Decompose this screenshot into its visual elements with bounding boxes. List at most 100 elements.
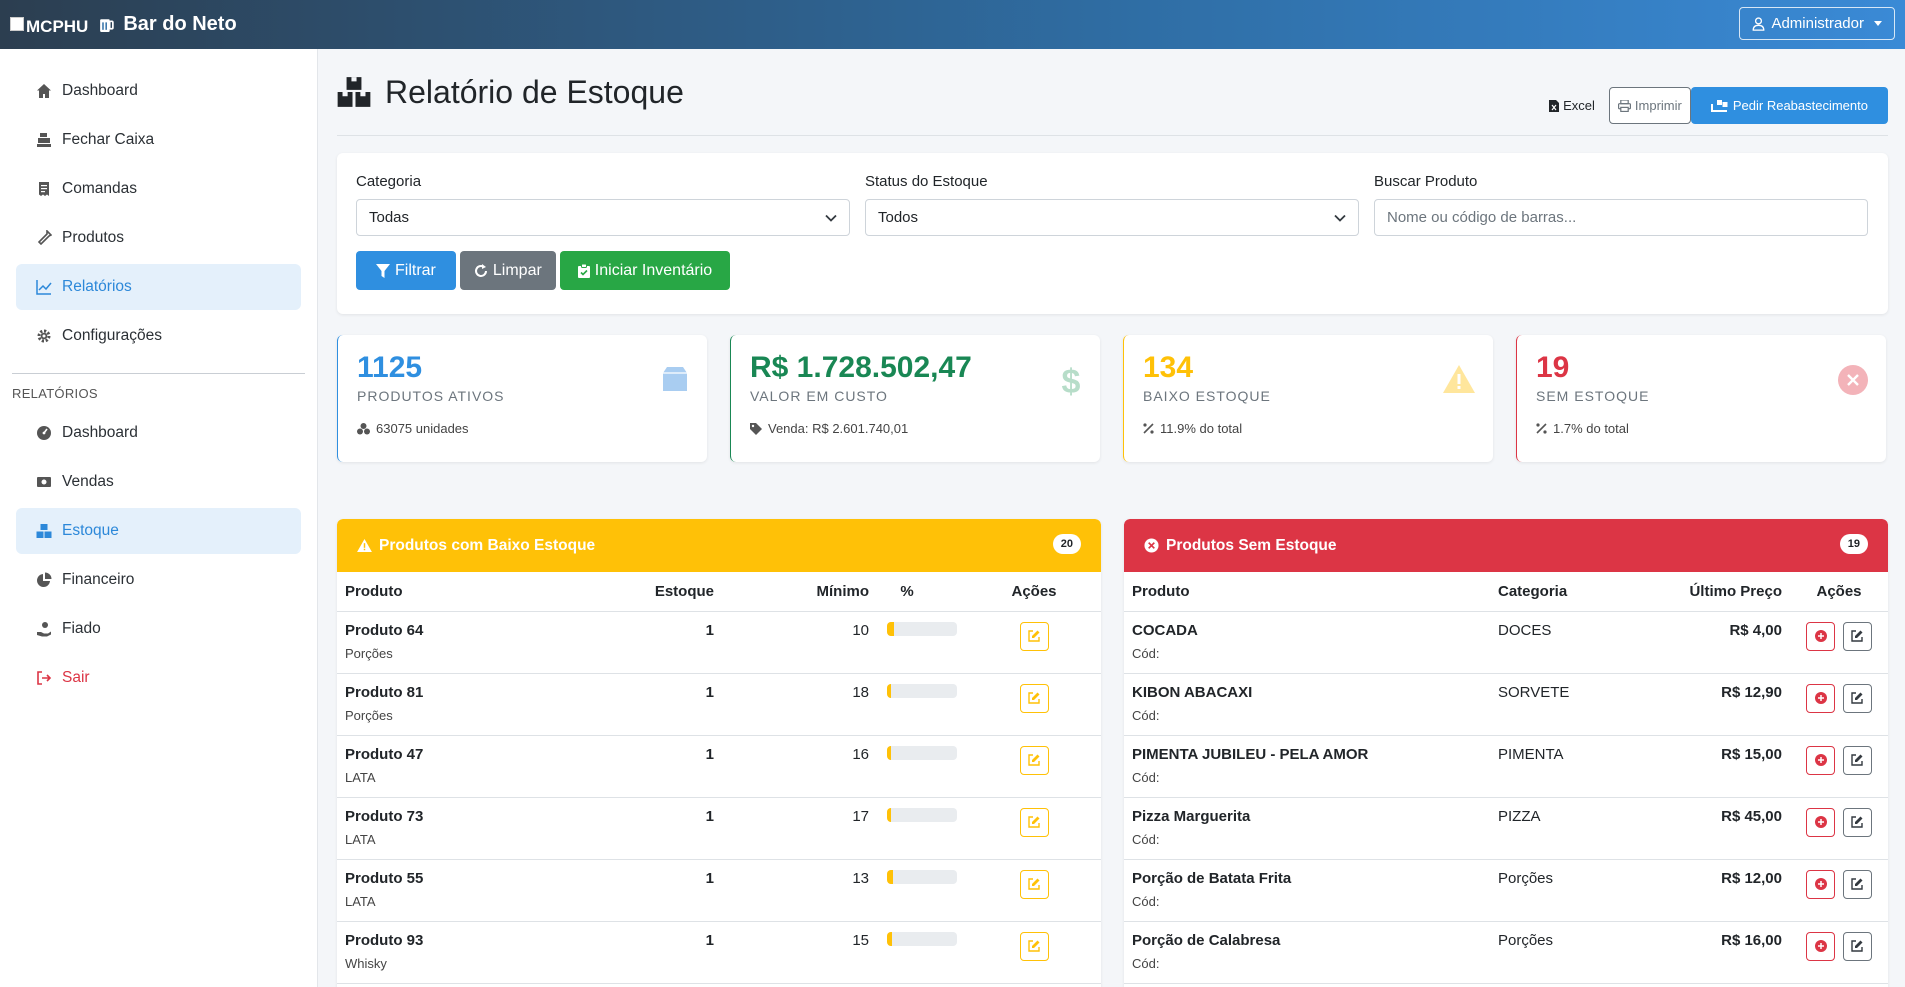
- stat-sub: 63075 unidades: [357, 421, 688, 436]
- column-header: Ações: [1790, 572, 1888, 612]
- add-stock-button[interactable]: [1806, 683, 1836, 713]
- add-stock-button[interactable]: [1806, 807, 1836, 837]
- stock-status-select[interactable]: Todos: [865, 199, 1359, 236]
- edit-icon: [1028, 692, 1040, 704]
- edit-button[interactable]: [1019, 621, 1049, 651]
- actions-cell: [1790, 859, 1888, 922]
- sidebar-section-heading: RELATÓRIOS: [12, 386, 98, 401]
- edit-button[interactable]: [1842, 745, 1872, 775]
- sidebar-item-configuracoes[interactable]: Configurações: [16, 313, 301, 359]
- product-name: Porção de Batata Frita: [1132, 869, 1292, 887]
- product-cell: Produto 93 Whisky: [337, 921, 567, 984]
- logo-image[interactable]: MCPHU: [10, 16, 88, 37]
- stock-cell: 1: [567, 921, 722, 984]
- edit-button[interactable]: [1019, 931, 1049, 961]
- edit-button[interactable]: [1019, 745, 1049, 775]
- add-stock-button[interactable]: [1806, 745, 1836, 775]
- category-select[interactable]: Todas: [356, 199, 850, 236]
- edit-button[interactable]: [1842, 683, 1872, 713]
- user-menu-button[interactable]: Administrador: [1739, 7, 1895, 40]
- product-category: LATA: [345, 893, 376, 909]
- product-category: Porções: [345, 707, 393, 723]
- edit-icon: [1851, 940, 1863, 952]
- sidebar-item-estoque[interactable]: Estoque: [16, 508, 301, 554]
- search-product-input[interactable]: Nome ou código de barras...: [1374, 199, 1868, 236]
- stock-progress-bar: [887, 807, 892, 822]
- edit-button[interactable]: [1842, 807, 1872, 837]
- edit-button[interactable]: [1019, 683, 1049, 713]
- edit-button[interactable]: [1019, 807, 1049, 837]
- product-name: Produto 64: [345, 621, 424, 639]
- sidebar-item-vendas[interactable]: Vendas: [16, 459, 301, 505]
- edit-button[interactable]: [1019, 869, 1049, 899]
- product-category: Porções: [345, 645, 393, 661]
- chevron-down-icon: [1334, 214, 1346, 222]
- stock-progress: [887, 621, 957, 636]
- edit-button[interactable]: [1842, 621, 1872, 651]
- edit-icon: [1851, 692, 1863, 704]
- add-stock-button[interactable]: [1806, 931, 1836, 961]
- clipboard-check-icon: [577, 263, 590, 278]
- add-stock-button[interactable]: [1806, 621, 1836, 651]
- product-name: Pizza Marguerita: [1132, 807, 1251, 825]
- bottle-icon: [37, 230, 52, 246]
- minimum-cell: 17: [722, 797, 877, 860]
- filter-button[interactable]: Filtrar: [356, 251, 456, 290]
- stock-progress-bar: [887, 869, 893, 884]
- stock-progress: [887, 683, 957, 698]
- plus-circle-icon: [1814, 754, 1827, 766]
- product-cell: Porção de Batata Frita Cód:: [1124, 859, 1490, 922]
- price-cell: R$ 12,90: [1640, 673, 1790, 736]
- price-cell: R$ 4,00: [1640, 611, 1790, 674]
- plus-circle-icon: [1814, 940, 1827, 952]
- sidebar-item-comandas[interactable]: Comandas: [16, 166, 301, 212]
- svg-text:$: $: [1062, 365, 1081, 399]
- plus-circle-icon: [1814, 878, 1827, 890]
- sidebar-item-relatorios[interactable]: Relatórios: [16, 264, 301, 310]
- start-inventory-button[interactable]: Iniciar Inventário: [559, 251, 731, 290]
- beer-mug-icon: [100, 19, 115, 32]
- print-button[interactable]: Imprimir: [1608, 87, 1691, 124]
- product-name: Produto 73: [345, 807, 424, 825]
- sidebar-item-relatorio-dashboard[interactable]: Dashboard: [16, 410, 301, 456]
- table-row: PIMENTA JUBILEU - PELA AMOR Cód: PIMENTA…: [1124, 735, 1888, 798]
- stock-progress: [887, 869, 957, 884]
- product-name: KIBON ABACAXI: [1132, 683, 1253, 701]
- stock-status-label: Status do Estoque: [865, 173, 988, 190]
- minimum-cell: 15: [722, 921, 877, 984]
- edit-button[interactable]: [1842, 869, 1872, 899]
- stat-value: R$ 1.728.502,47: [750, 351, 972, 384]
- restock-request-button[interactable]: Pedir Reabastecimento: [1690, 87, 1888, 124]
- page-header: Relatório de Estoque Excel Imprimir Pedi…: [337, 49, 1888, 136]
- category-cell: SORVETE: [1490, 673, 1640, 736]
- minimum-cell: 13: [722, 859, 877, 922]
- sidebar-item-dashboard[interactable]: Dashboard: [16, 68, 301, 114]
- sidebar-item-fechar-caixa[interactable]: Fechar Caixa: [16, 117, 301, 163]
- minimum-cell: 16: [722, 735, 877, 798]
- actions-cell: [1790, 921, 1888, 984]
- column-header: Ações: [967, 572, 1101, 612]
- edit-icon: [1851, 878, 1863, 890]
- gear-icon: [37, 329, 51, 343]
- sidebar-item-sair[interactable]: Sair: [16, 655, 301, 701]
- brand-link[interactable]: Bar do Neto: [98, 13, 237, 36]
- pie-chart-icon: [37, 572, 52, 587]
- export-excel-button[interactable]: Excel: [1549, 98, 1595, 113]
- stock-progress-bar: [887, 745, 892, 760]
- actions-cell: [967, 859, 1101, 922]
- actions-cell: [967, 611, 1101, 674]
- category-cell: PIZZA: [1490, 797, 1640, 860]
- product-code: Cód:: [1132, 707, 1160, 723]
- add-stock-button[interactable]: [1806, 869, 1836, 899]
- filter-icon: [376, 263, 390, 278]
- edit-button[interactable]: [1842, 931, 1872, 961]
- clear-button[interactable]: Limpar: [459, 251, 556, 290]
- stock-progress-bar: [887, 621, 894, 636]
- sidebar-item-produtos[interactable]: Produtos: [16, 215, 301, 261]
- cubes-icon: [357, 422, 370, 434]
- stat-card-active-products: 1125 Produtos Ativos 63075 unidades: [337, 335, 707, 462]
- product-cell: Produto 47 LATA: [337, 735, 567, 798]
- sidebar-item-financeiro[interactable]: Financeiro: [16, 557, 301, 603]
- actions-cell: [1790, 673, 1888, 736]
- sidebar-item-fiado[interactable]: Fiado: [16, 606, 301, 652]
